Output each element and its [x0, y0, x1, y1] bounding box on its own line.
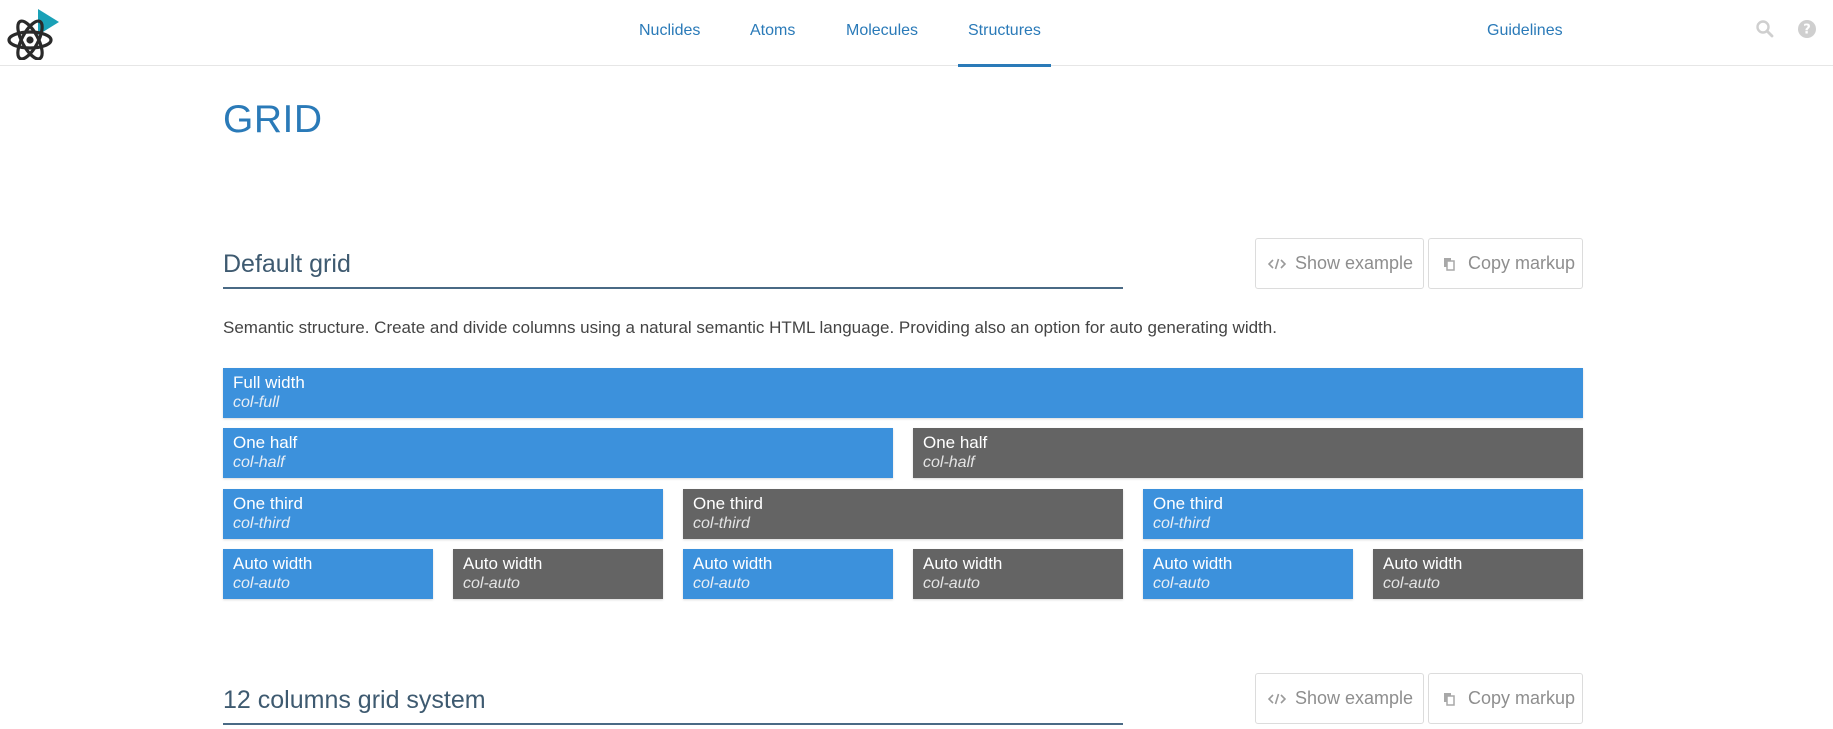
section-description: Semantic structure. Create and divide co… — [223, 318, 1277, 337]
top-navigation-bar: Nuclides Atoms Molecules Structures Guid… — [0, 0, 1833, 67]
nav-atoms[interactable]: Atoms — [750, 0, 795, 66]
cell-label: One third — [233, 494, 303, 513]
nav-structures[interactable]: Structures — [958, 0, 1051, 67]
cell-class-name: col-auto — [1153, 575, 1210, 592]
cell-label: Auto width — [693, 554, 773, 573]
section-title: 12 columns grid system — [223, 686, 486, 714]
cell-class-name: col-auto — [693, 575, 750, 592]
grid-cell-third: One third col-third — [223, 489, 663, 539]
code-icon — [1268, 258, 1286, 269]
show-example-label: Show example — [1295, 253, 1414, 273]
nav-guidelines[interactable]: Guidelines — [1487, 0, 1563, 66]
cell-label: Auto width — [1153, 554, 1233, 573]
cell-class-name: col-auto — [923, 575, 980, 592]
cell-label: Auto width — [463, 554, 543, 573]
cell-label: One third — [1153, 494, 1223, 513]
copy-markup-button[interactable]: Copy markup — [1428, 238, 1583, 289]
show-example-button[interactable]: Show example — [1255, 673, 1424, 724]
grid-cell-third: One third col-third — [1143, 489, 1583, 539]
show-example-label: Show example — [1295, 688, 1414, 708]
nav-nuclides[interactable]: Nuclides — [639, 0, 700, 66]
grid-cell-auto: Auto width col-auto — [1143, 549, 1353, 599]
copy-icon — [1444, 692, 1455, 706]
section-header-12-columns: 12 columns grid system — [223, 679, 1123, 725]
grid-cell-half: One half col-half — [913, 428, 1583, 478]
cell-label: One half — [233, 433, 298, 452]
grid-cell-auto: Auto width col-auto — [683, 549, 893, 599]
grid-cell-third: One third col-third — [683, 489, 1123, 539]
svg-text:?: ? — [1803, 23, 1811, 38]
grid-cell-full: Full width col-full — [223, 368, 1583, 418]
cell-label: Auto width — [923, 554, 1003, 573]
copy-icon — [1444, 257, 1455, 271]
code-icon — [1268, 693, 1286, 704]
cell-label: Auto width — [233, 554, 313, 573]
cell-class-name: col-third — [233, 515, 290, 532]
nav-molecules[interactable]: Molecules — [846, 0, 918, 66]
cell-label: One half — [923, 433, 988, 452]
cell-class-name: col-half — [923, 454, 975, 471]
section-title: Default grid — [223, 250, 351, 278]
cell-class-name: col-auto — [233, 575, 290, 592]
cell-label: Auto width — [1383, 554, 1463, 573]
section-header-default-grid: Default grid — [223, 243, 1123, 289]
cell-class-name: col-full — [233, 394, 280, 411]
grid-cell-auto: Auto width col-auto — [913, 549, 1123, 599]
atom-logo-icon[interactable] — [4, 6, 60, 60]
grid-cell-auto: Auto width col-auto — [1373, 549, 1583, 599]
copy-markup-button[interactable]: Copy markup — [1428, 673, 1583, 724]
cell-class-name: col-third — [693, 515, 750, 532]
grid-cell-half: One half col-half — [223, 428, 893, 478]
grid-cell-auto: Auto width col-auto — [453, 549, 663, 599]
cell-class-name: col-auto — [463, 575, 520, 592]
grid-cell-auto: Auto width col-auto — [223, 549, 433, 599]
cell-class-name: col-half — [233, 454, 285, 471]
page-title: GRID — [223, 98, 323, 141]
cell-label: One third — [693, 494, 763, 513]
copy-markup-label: Copy markup — [1468, 688, 1576, 708]
copy-markup-label: Copy markup — [1468, 253, 1576, 273]
cell-class-name: col-third — [1153, 515, 1210, 532]
cell-label: Full width — [233, 373, 305, 392]
help-icon[interactable]: ? — [1797, 19, 1817, 39]
show-example-button[interactable]: Show example — [1255, 238, 1424, 289]
cell-class-name: col-auto — [1383, 575, 1440, 592]
search-icon[interactable] — [1755, 19, 1775, 39]
